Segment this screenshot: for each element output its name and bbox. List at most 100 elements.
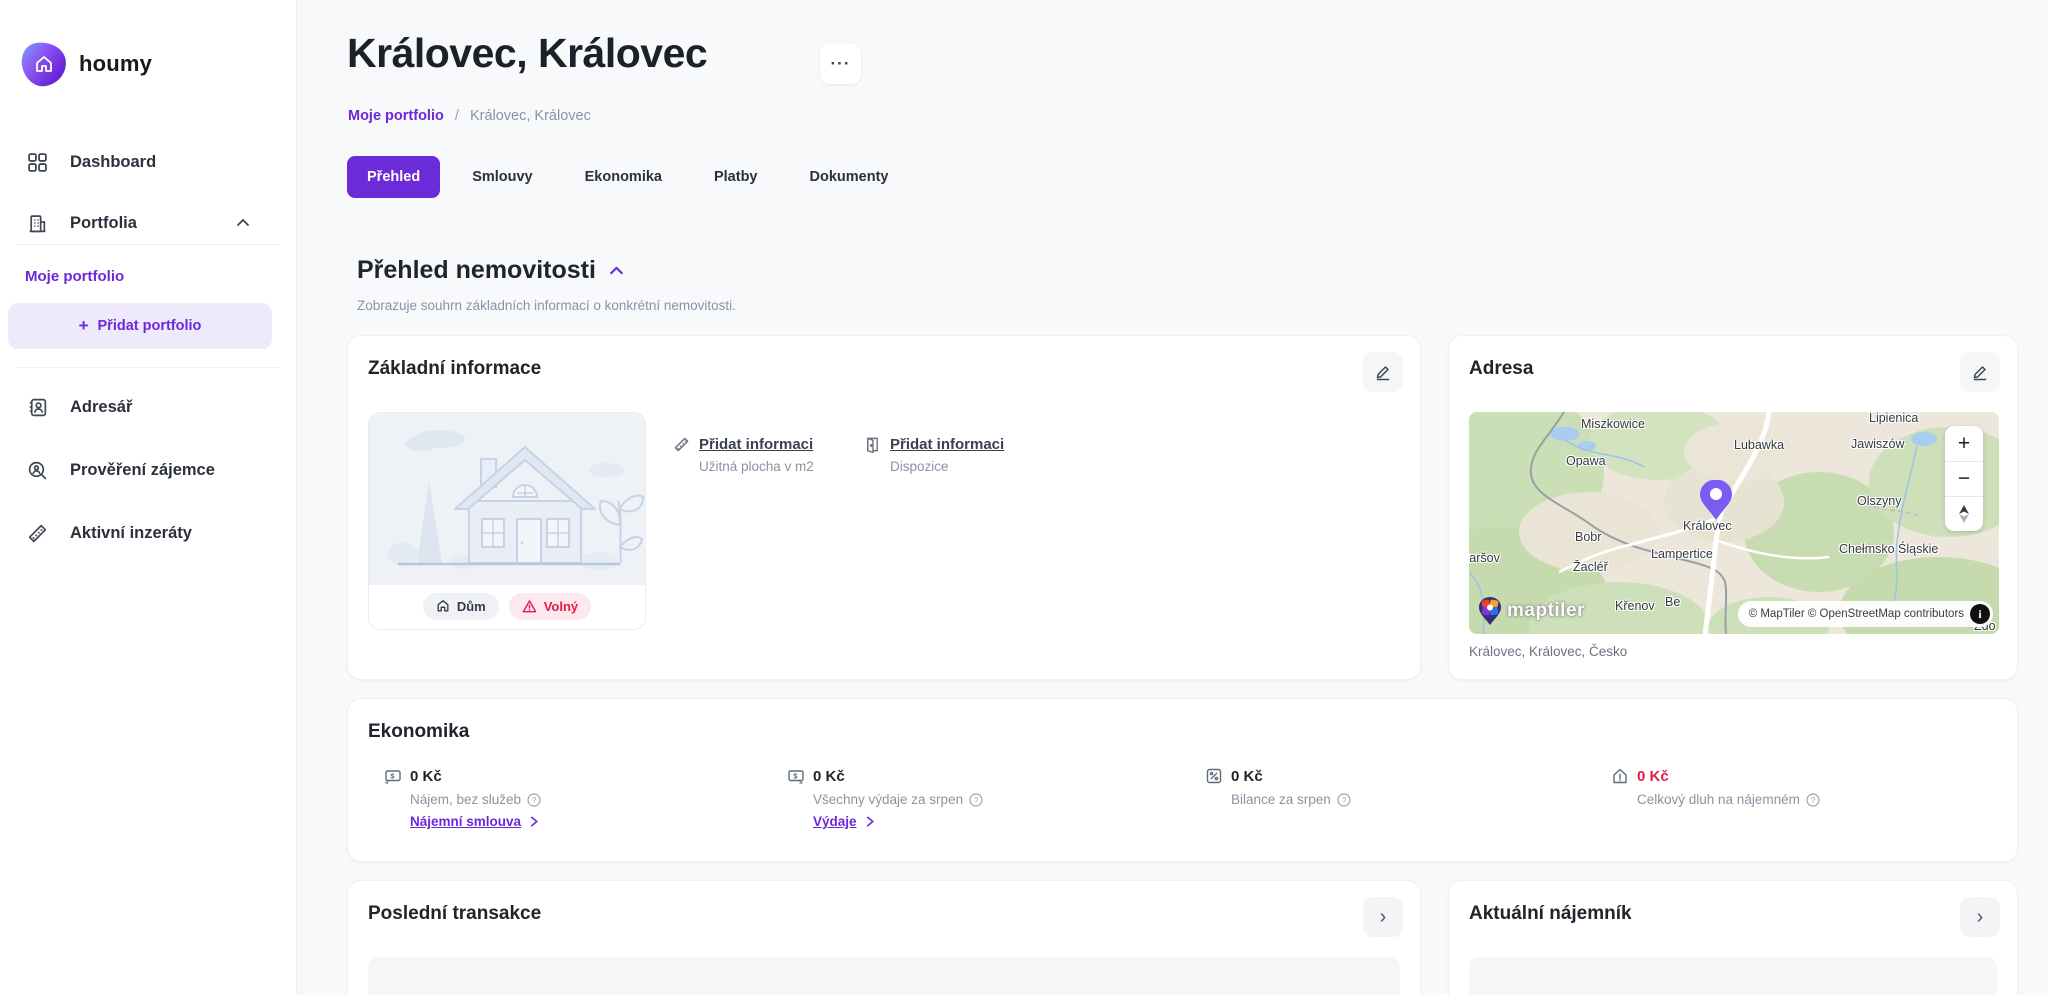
info-icon[interactable]: i bbox=[1970, 604, 1990, 624]
app-root: houmy Dashboard Portfolia Moje portfolio… bbox=[0, 0, 2048, 995]
transactions-card: Poslední transakce › bbox=[347, 880, 1421, 995]
attribution-text: © MapTiler © OpenStreetMap contributors bbox=[1749, 608, 1964, 620]
card-title: Adresa bbox=[1469, 358, 1533, 380]
chevron-up-icon[interactable] bbox=[235, 215, 251, 231]
breadcrumb-parent-link[interactable]: Moje portfolio bbox=[348, 108, 444, 124]
sidebar-item-adresar[interactable]: Adresář bbox=[0, 389, 297, 425]
sidebar-item-provereni-zajemce[interactable]: Prověření zájemce bbox=[0, 452, 297, 488]
sidebar-item-dashboard[interactable]: Dashboard bbox=[0, 144, 297, 180]
map-label: Bobr bbox=[1575, 530, 1601, 544]
map[interactable]: Miszkowice Lipienica Lubawka Jawiszów Op… bbox=[1469, 412, 1999, 634]
chevron-right-icon bbox=[865, 816, 876, 827]
pencil-icon bbox=[1971, 363, 1989, 381]
add-area-label: Přidat informaci bbox=[699, 436, 813, 453]
tab-smlouvy[interactable]: Smlouvy bbox=[452, 156, 552, 198]
add-area-link[interactable]: Přidat informaci bbox=[673, 436, 814, 453]
divider bbox=[16, 367, 280, 368]
door-icon bbox=[864, 436, 881, 453]
field-description: Dispozice bbox=[890, 459, 1004, 474]
tab-platby[interactable]: Platby bbox=[694, 156, 778, 198]
money-out-icon: $» bbox=[787, 767, 805, 785]
collapse-chevron-icon[interactable] bbox=[608, 262, 625, 279]
tab-bar: Přehled Smlouvy Ekonomika Platby Dokumen… bbox=[347, 156, 908, 198]
tab-dokumenty[interactable]: Dokumenty bbox=[790, 156, 909, 198]
svg-text:?: ? bbox=[1342, 795, 1347, 804]
tab-ekonomika[interactable]: Ekonomika bbox=[565, 156, 682, 198]
badge-row: Dům Volný bbox=[369, 583, 645, 629]
edit-address-button[interactable] bbox=[1960, 352, 2000, 392]
house-illustration-image bbox=[369, 413, 645, 585]
maptiler-logo-text: maptiler bbox=[1507, 600, 1585, 622]
plus-icon: + bbox=[79, 316, 89, 336]
map-attribution: © MapTiler © OpenStreetMap contributors … bbox=[1738, 601, 1993, 627]
warning-triangle-icon bbox=[522, 599, 537, 614]
sidebar-item-label: Prověření zájemce bbox=[70, 461, 215, 480]
help-icon[interactable]: ? bbox=[1337, 793, 1351, 807]
sidebar-item-moje-portfolio[interactable]: Moje portfolio bbox=[25, 268, 124, 285]
breadcrumb-current: Královec, Královec bbox=[470, 108, 591, 124]
economy-link-label: Výdaje bbox=[813, 814, 857, 829]
map-pin-icon bbox=[1698, 480, 1734, 520]
card-title: Aktuální nájemník bbox=[1469, 903, 1632, 925]
rent-contract-link[interactable]: Nájemní smlouva bbox=[410, 814, 541, 829]
sidebar-item-label: Adresář bbox=[70, 398, 132, 417]
breadcrumb-separator: / bbox=[455, 108, 459, 124]
help-icon[interactable]: ? bbox=[1806, 793, 1820, 807]
map-label: Olszyny bbox=[1857, 494, 1901, 508]
add-disposition-link[interactable]: Přidat informaci bbox=[864, 436, 1004, 453]
compass-needle-icon bbox=[1957, 505, 1971, 523]
expenses-link[interactable]: Výdaje bbox=[813, 814, 983, 829]
svg-text:?: ? bbox=[532, 795, 537, 804]
svg-text:?: ? bbox=[974, 795, 979, 804]
sidebar-item-label: Aktivní inzeráty bbox=[70, 524, 192, 543]
occupancy-status-label: Volný bbox=[544, 599, 578, 614]
field-description: Užitná plocha v m2 bbox=[699, 459, 814, 474]
svg-text:$: $ bbox=[793, 772, 798, 781]
contact-card-icon bbox=[27, 397, 48, 418]
economy-value: 0 Kč bbox=[1231, 768, 1263, 785]
card-title: Poslední transakce bbox=[368, 903, 541, 925]
tab-prehled[interactable]: Přehled bbox=[347, 156, 440, 198]
add-disposition-label: Přidat informaci bbox=[890, 436, 1004, 453]
help-icon[interactable]: ? bbox=[969, 793, 983, 807]
balance-percent-icon bbox=[1205, 767, 1223, 785]
zoom-in-button[interactable]: + bbox=[1945, 426, 1983, 461]
economy-value: 0 Kč bbox=[410, 768, 442, 785]
compass-button[interactable] bbox=[1945, 496, 1983, 531]
sidebar-item-aktivni-inzeraty[interactable]: Aktivní inzeráty bbox=[0, 515, 297, 551]
economy-label: Bilance za srpen bbox=[1231, 792, 1331, 807]
address-caption: Královec, Královec, Česko bbox=[1469, 644, 1627, 659]
svg-text:?: ? bbox=[1811, 795, 1816, 804]
sidebar-item-label: Portfolia bbox=[70, 214, 137, 233]
open-tenant-button[interactable]: › bbox=[1960, 897, 2000, 937]
economy-value: 0 Kč bbox=[813, 768, 845, 785]
open-transactions-button[interactable]: › bbox=[1363, 897, 1403, 937]
houmy-logo-icon bbox=[19, 39, 69, 89]
card-title: Základní informace bbox=[368, 358, 541, 380]
map-label: Miszkowice bbox=[1581, 417, 1645, 431]
economy-card: Ekonomika $« 0 Kč Nájem, bez služeb ? Ná… bbox=[347, 698, 2018, 862]
more-options-button[interactable]: ··· bbox=[820, 43, 861, 84]
tenant-empty-area bbox=[1469, 957, 1997, 995]
map-label: Žacléř bbox=[1573, 560, 1608, 574]
property-type-badge: Dům bbox=[423, 593, 499, 620]
sidebar-item-portfolia[interactable]: Portfolia bbox=[0, 205, 297, 241]
money-in-icon: $« bbox=[384, 767, 402, 785]
economy-item-debt: 0 Kč Celkový dluh na nájemném ? bbox=[1611, 767, 1820, 807]
add-portfolio-button[interactable]: + Přidat portfolio bbox=[8, 303, 272, 349]
field-disposition: Přidat informaci Dispozice bbox=[864, 436, 1004, 474]
section-subtitle: Zobrazuje souhrn základních informací o … bbox=[357, 298, 736, 313]
maptiler-logo[interactable]: maptiler bbox=[1477, 596, 1585, 626]
field-usable-area: Přidat informaci Užitná plocha v m2 bbox=[673, 436, 814, 474]
sidebar-item-label: Dashboard bbox=[70, 153, 156, 172]
help-icon[interactable]: ? bbox=[527, 793, 541, 807]
map-label: Chełmsko Śląskie bbox=[1839, 542, 1938, 556]
map-zoom-control: + − bbox=[1945, 426, 1983, 531]
zoom-out-button[interactable]: − bbox=[1945, 461, 1983, 496]
address-card: Adresa bbox=[1448, 335, 2018, 680]
maptiler-logo-icon bbox=[1477, 596, 1503, 626]
edit-basic-info-button[interactable] bbox=[1363, 352, 1403, 392]
economy-item-expenses: $» 0 Kč Všechny výdaje za srpen ? Výdaje bbox=[787, 767, 983, 829]
section-title: Přehled nemovitosti bbox=[357, 256, 596, 285]
brand-logo[interactable]: houmy bbox=[22, 42, 152, 86]
